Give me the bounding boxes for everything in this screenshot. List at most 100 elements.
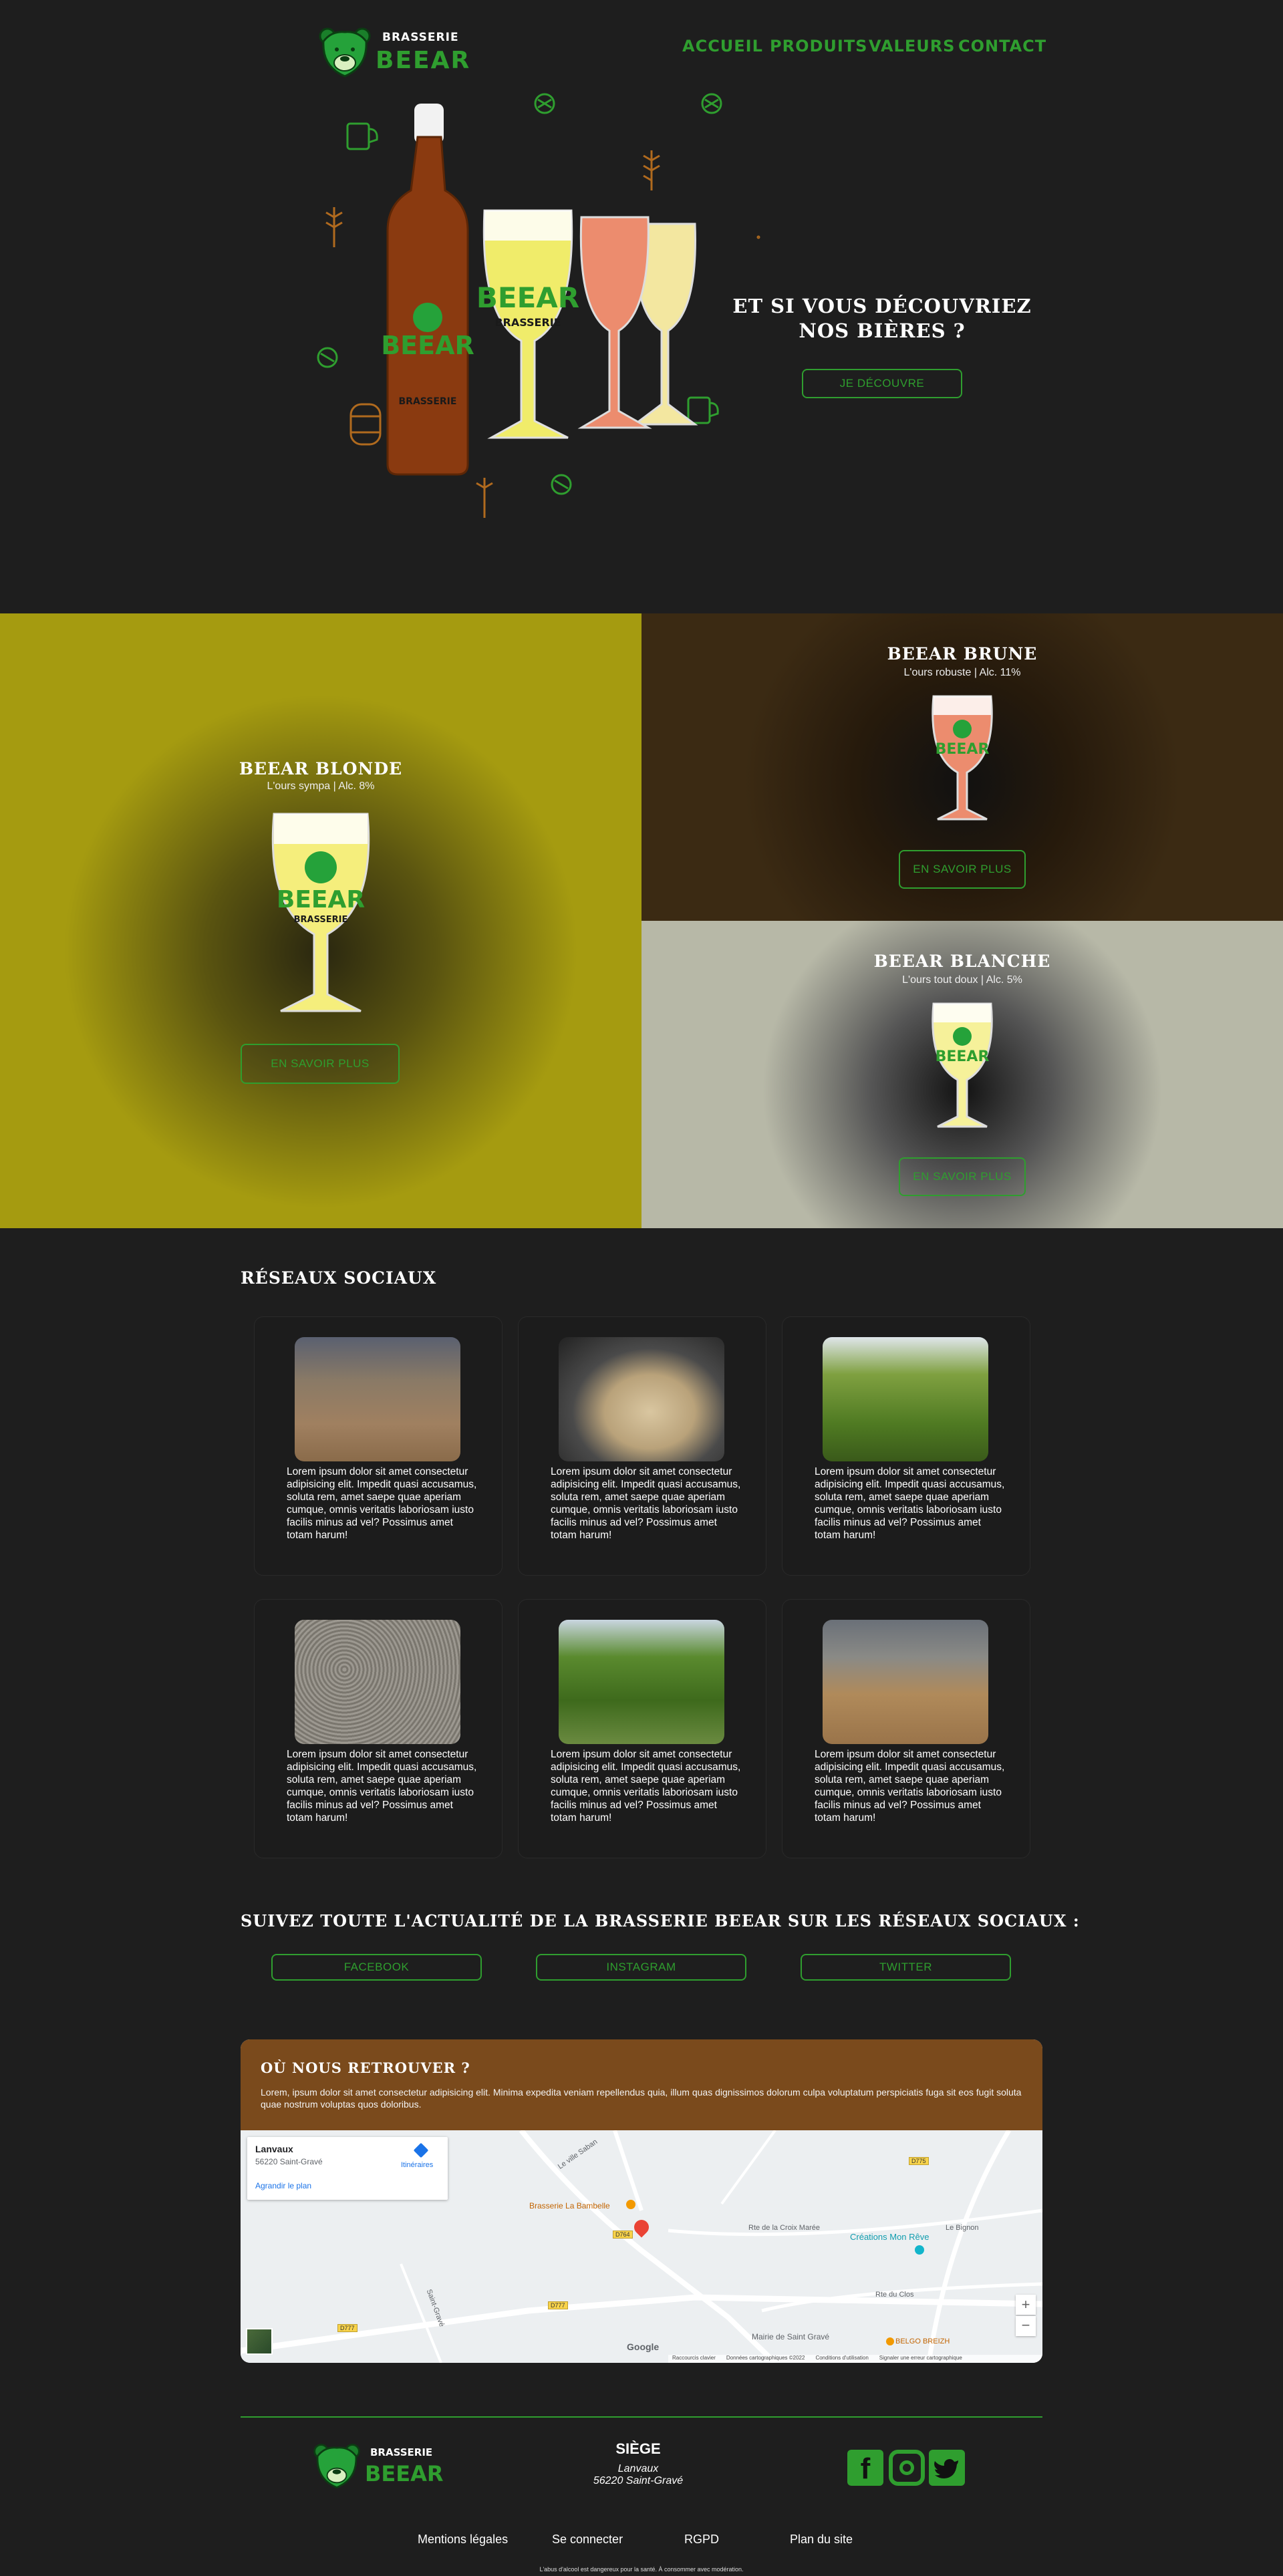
svg-text:BRASSERIE: BRASSERIE [494,316,561,329]
map-enlarge-link[interactable]: Agrandir le plan [255,2181,311,2190]
footer-link-sitemap[interactable]: Plan du site [790,2533,853,2547]
twitter-button[interactable]: TWITTER [801,1954,1011,1981]
poi-teal-icon [915,2245,924,2255]
beer-blanche-desc: L'ours tout doux | Alc. 5% [902,974,1022,986]
map-footer-terms[interactable]: Conditions d'utilisation [815,2355,868,2363]
beer-glass-icon: BEEAR [932,1002,993,1128]
footer-logo[interactable]: BRASSERIE BEEAR [313,2442,446,2496]
svg-text:BEEAR: BEEAR [476,281,579,314]
siege-line1: Lanvaux [617,2463,659,2474]
footer-divider [241,2416,1042,2418]
nav-valeurs[interactable]: VALEURS [869,37,955,55]
social-card-text: Lorem ipsum dolor sit amet consectetur a… [815,1749,1005,1824]
poi-shop-icon [886,2337,894,2345]
photo-hop-field [823,1337,988,1461]
photo-malt-floor [295,1337,460,1461]
map-poi-label: BELGO BREIZH [895,2337,950,2345]
brand-top: BRASSERIE [382,31,459,44]
facebook-icon[interactable]: f [847,2450,883,2486]
social-card-text: Lorem ipsum dolor sit amet consectetur a… [551,1749,741,1824]
road-shield: D775 [909,2157,929,2165]
satellite-thumbnail[interactable] [246,2328,273,2355]
blanche-more-button[interactable]: EN SAVOIR PLUS [899,1157,1026,1196]
photo-malt-warehouse [823,1620,988,1744]
nav-produits[interactable]: PRODUITS [770,37,867,55]
instagram-icon[interactable] [889,2450,925,2486]
wheat-icon [325,207,343,247]
map-footer-report[interactable]: Signaler une erreur cartographique [879,2355,962,2363]
hero-title: ET SI VOUS DÉCOUVRIEZ NOS BIÈRES ? [728,294,1036,343]
zoom-in-button[interactable]: + [1016,2295,1036,2315]
blonde-more-button[interactable]: EN SAVOIR PLUS [241,1044,400,1084]
social-card-text: Lorem ipsum dolor sit amet consectetur a… [815,1466,1005,1541]
map-road-label: Rte de la Croix Marée [748,2224,820,2232]
map-road-label: Le Bignon [946,2224,979,2232]
map-poi-label: Mairie de Saint Gravé [752,2332,830,2341]
footer-link-rgpd[interactable]: RGPD [684,2533,719,2547]
directions-icon[interactable] [413,2142,429,2158]
hop-icon [534,93,555,114]
map-poi-label: Brasserie La Bambelle [529,2201,610,2210]
footer-brand-bottom: BEEAR [365,2461,444,2486]
nav-accueil[interactable]: ACCUEIL [682,37,763,55]
svg-text:BRASSERIE: BRASSERIE [399,396,457,407]
photo-brewing-tank [559,1337,724,1461]
social-title: RÉSEAUX SOCIAUX [241,1268,437,1288]
map-info-box: Lanvaux 56220 Saint-Gravé Agrandir le pl… [247,2137,448,2200]
siege-title: SIÈGE [615,2440,661,2457]
discover-button[interactable]: JE DÉCOUVRE [802,369,962,398]
svg-text:BEEAR: BEEAR [936,741,990,758]
nav-contact[interactable]: CONTACT [958,37,1046,55]
svg-text:BEEAR: BEEAR [936,1048,990,1065]
facebook-button[interactable]: FACEBOOK [271,1954,482,1981]
hero-title-line1: ET SI VOUS DÉCOUVRIEZ [732,295,1032,317]
barrel-icon [756,235,760,239]
zoom-out-button[interactable]: − [1016,2316,1036,2336]
siege-line2: 56220 Saint-Gravé [593,2475,684,2486]
map-address: 56220 Saint-Gravé [255,2157,323,2166]
google-logo: Google [627,2341,660,2352]
social-card[interactable]: Lorem ipsum dolor sit amet consectetur a… [254,1316,503,1576]
wheat-icon [643,150,660,190]
map-directions-link[interactable]: Itinéraires [401,2161,433,2169]
social-card[interactable]: Lorem ipsum dolor sit amet consectetur a… [254,1599,503,1858]
hero-title-line2: NOS BIÈRES ? [799,319,966,342]
social-card[interactable]: Lorem ipsum dolor sit amet consectetur a… [518,1316,766,1576]
location-card: OÙ NOUS RETROUVER ? Lorem, ipsum dolor s… [241,2039,1042,2363]
road-shield: D764 [613,2231,633,2239]
mug-icon [687,396,719,424]
social-card[interactable]: Lorem ipsum dolor sit amet consectetur a… [518,1599,766,1858]
beer-glass-icon: BEEAR [932,695,993,821]
twitter-icon[interactable] [929,2450,965,2486]
brand-logo[interactable]: BRASSERIE BEEAR [318,27,469,80]
beer-blonde-desc: L'ours sympa | Alc. 8% [267,780,375,792]
beer-blanche-panel: BEEAR BLANCHE L'ours tout doux | Alc. 5%… [642,921,1283,1228]
brune-more-button[interactable]: EN SAVOIR PLUS [899,850,1026,889]
beer-blanche-name: BEEAR BLANCHE [873,952,1051,971]
road-shield: D777 [337,2324,358,2332]
instagram-button[interactable]: INSTAGRAM [536,1954,746,1981]
photo-hop-rows [559,1620,724,1744]
beer-glass-2 [577,216,652,429]
photo-grain [295,1620,460,1744]
social-card-text: Lorem ipsum dolor sit amet consectetur a… [287,1466,477,1541]
brand-bottom: BEEAR [376,47,471,74]
location-header: OÙ NOUS RETROUVER ? Lorem, ipsum dolor s… [241,2039,1042,2130]
social-card[interactable]: Lorem ipsum dolor sit amet consectetur a… [782,1599,1030,1858]
map-footer: Raccourcis clavier Données cartographiqu… [668,2355,1042,2363]
location-text: Lorem, ipsum dolor sit amet consectetur … [261,2087,1022,2110]
social-card[interactable]: Lorem ipsum dolor sit amet consectetur a… [782,1316,1030,1576]
svg-text:BRASSERIE: BRASSERIE [294,915,348,925]
hop-icon [551,474,572,495]
map-footer-shortcuts[interactable]: Raccourcis clavier [672,2355,716,2363]
hop-icon [317,347,338,368]
map[interactable]: Lanvaux 56220 Saint-Gravé Agrandir le pl… [241,2130,1042,2363]
footer-link-login[interactable]: Se connecter [552,2533,623,2547]
beer-brune-desc: L'ours robuste | Alc. 11% [903,667,1021,678]
footer-link-mentions[interactable]: Mentions légales [418,2533,508,2547]
bear-icon [313,2444,360,2488]
beer-blonde-name: BEEAR BLONDE [239,759,403,778]
beer-brune-panel: BEEAR BRUNE L'ours robuste | Alc. 11% BE… [642,613,1283,921]
footer-brand-top: BRASSERIE [370,2446,433,2458]
bear-icon [319,27,371,78]
